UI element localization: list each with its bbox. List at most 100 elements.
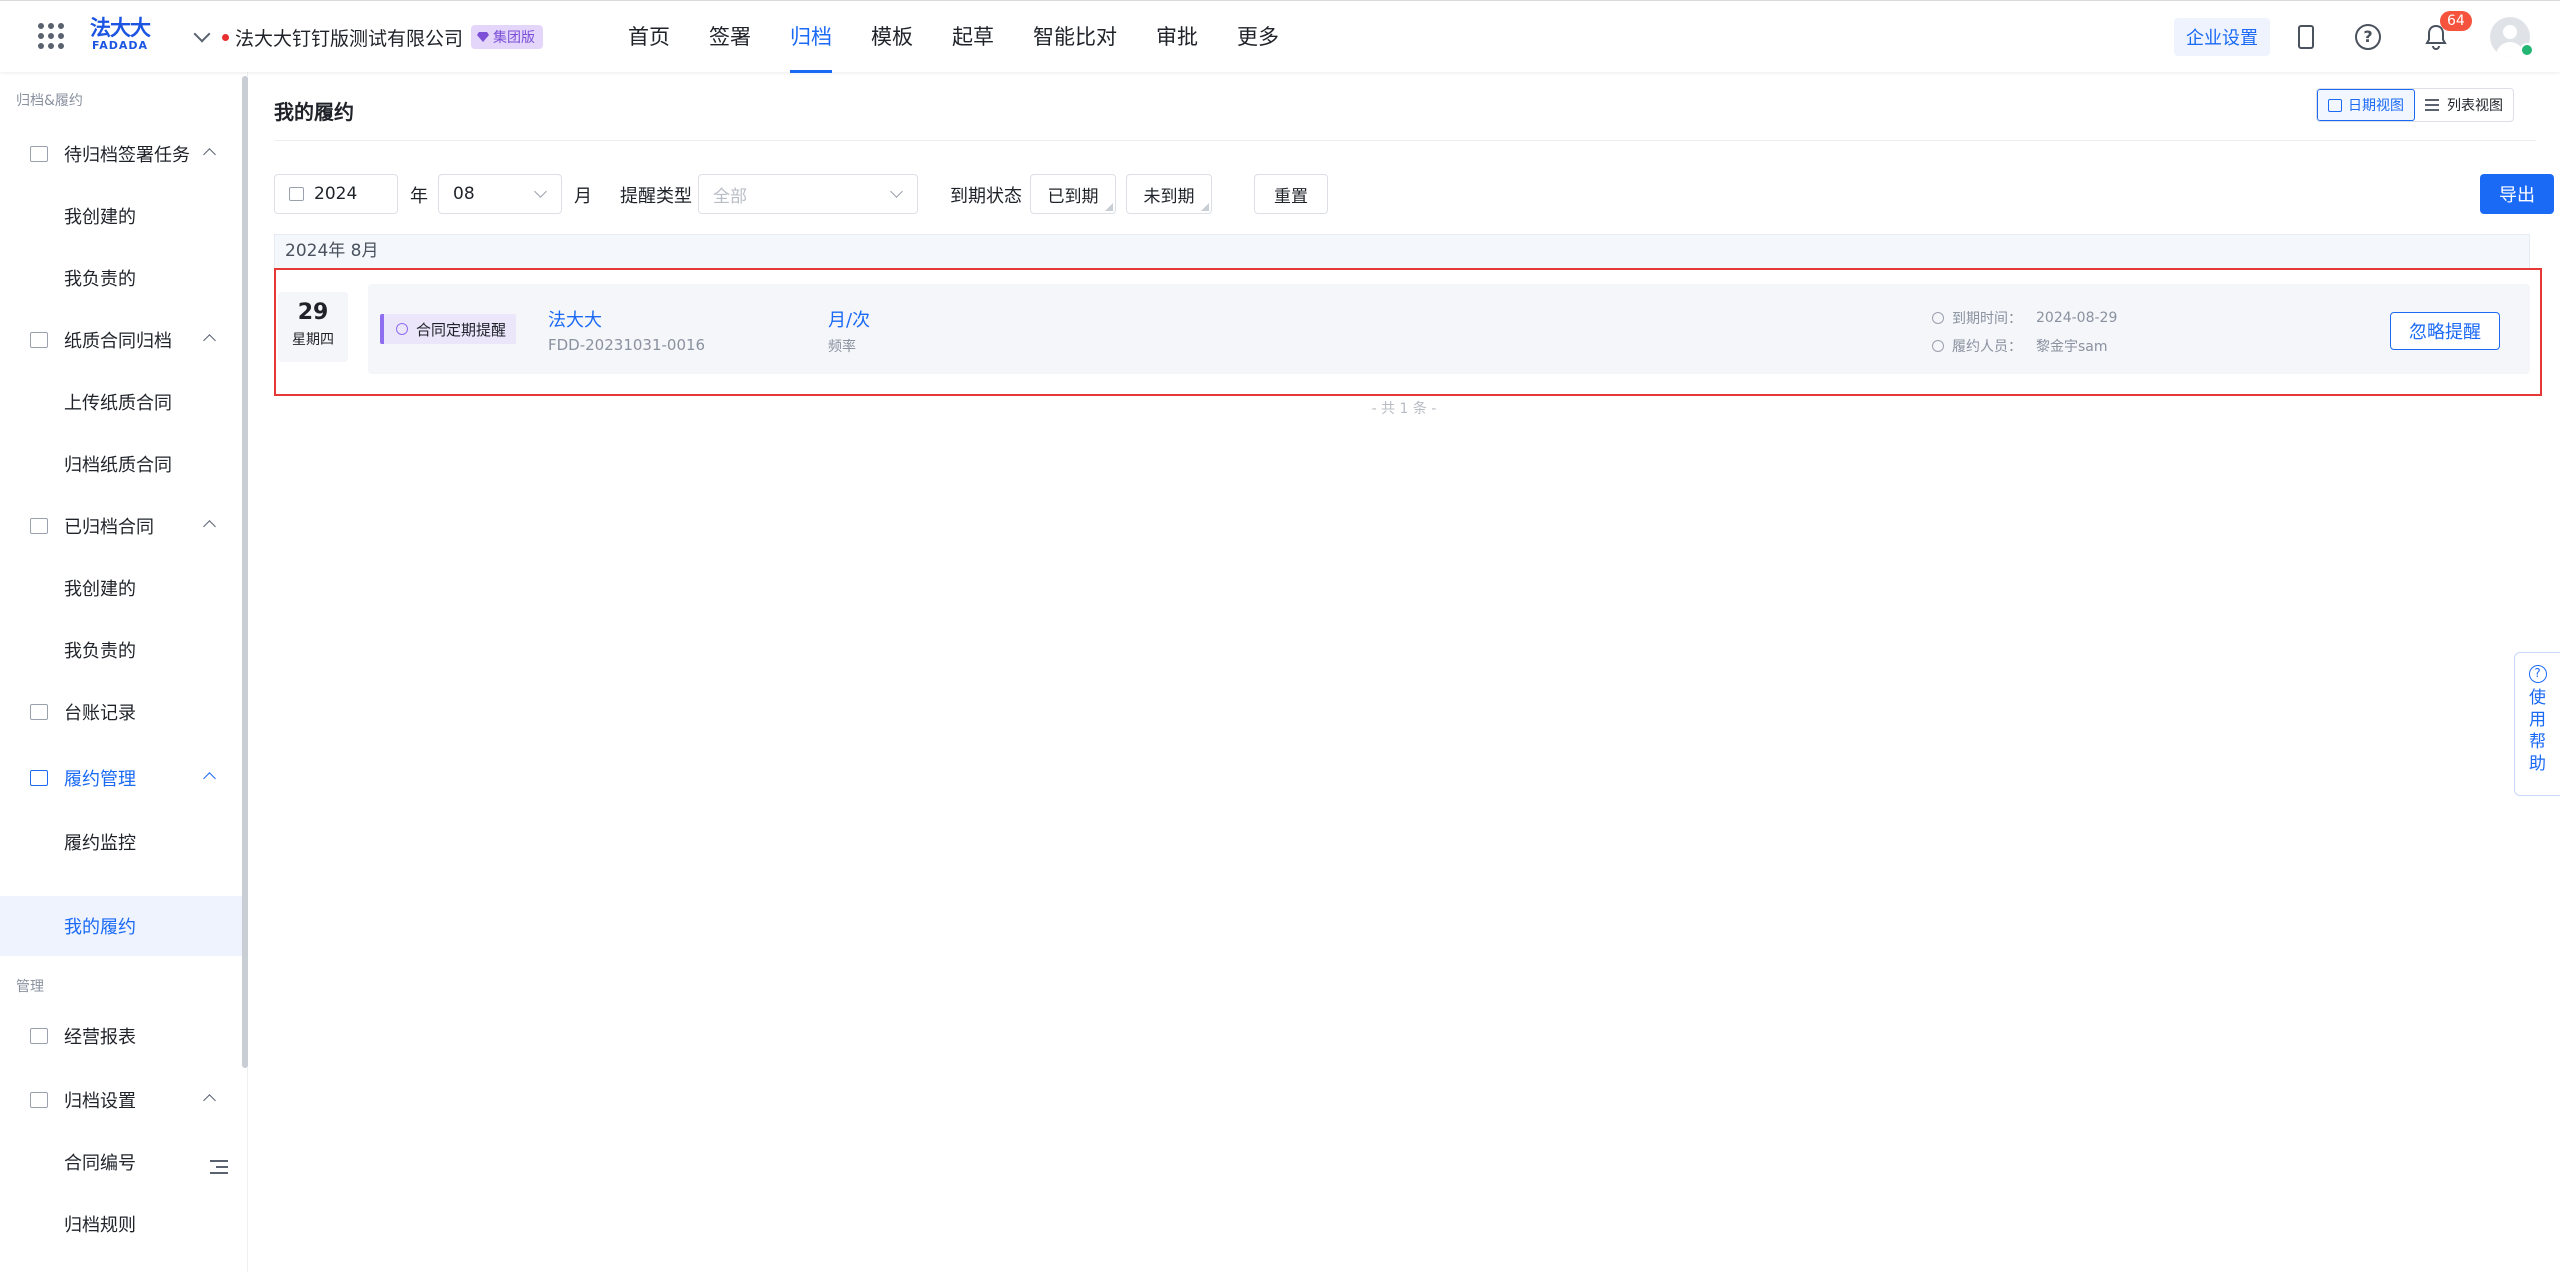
frequency-label: 频率 [828,339,856,355]
sidebar-item-label: 经营报表 [64,1027,136,1048]
sidebar-item-upload-paper[interactable]: 上传纸质合同 [0,372,242,432]
mobile-phone-icon[interactable] [2292,23,2320,51]
sidebar-item-label: 履约管理 [64,769,136,790]
year-suffix: 年 [410,186,428,207]
reminder-type-select[interactable]: 全部 [698,174,918,214]
page-title: 我的履约 [274,100,354,124]
chevron-up-icon [203,148,216,161]
sidebar-item-label: 已归档合同 [64,517,154,538]
due-not-reached-button[interactable]: 未到期 [1126,174,1212,214]
enterprise-settings-button[interactable]: 企业设置 [2174,18,2270,56]
reset-label: 重置 [1274,186,1308,207]
year-value: 2024 [314,184,358,204]
calendar-icon [2328,98,2342,112]
sidebar-item-archived-created[interactable]: 我创建的 [0,558,242,618]
logo-text-en: FADADA [91,39,149,52]
clock-icon [396,323,408,335]
nav-sign[interactable]: 签署 [709,1,751,73]
ignore-reminder-button[interactable]: 忽略提醒 [2390,312,2500,350]
apps-grid-icon[interactable] [38,23,64,49]
help-icon: ? [2528,665,2547,683]
sidebar-item-archived-responsible[interactable]: 我负责的 [0,620,242,680]
sidebar-item-archive-rules[interactable]: 归档规则 [0,1194,242,1254]
help-circle-icon[interactable]: ? [2354,23,2382,51]
chevron-up-icon [203,1094,216,1107]
folder-settings-icon [30,1092,48,1108]
sidebar-item-label: 我创建的 [64,579,136,600]
sidebar-item-pending-archive[interactable]: 待归档签署任务 [0,124,242,184]
chevron-up-icon [203,772,216,785]
sidebar-section-manage: 管理 [16,979,44,995]
frequency-value: 月/次 [828,310,871,331]
month-suffix: 月 [574,186,592,207]
sidebar-item-archive-settings[interactable]: 归档设置 [0,1070,242,1130]
list-view-label: 列表视图 [2447,98,2503,114]
nav-draft[interactable]: 起草 [952,1,994,73]
company-name: 法大大钉钉版测试有限公司 [235,27,464,50]
user-icon [1932,340,1944,352]
year-picker[interactable]: 2024 [274,174,398,214]
divider [274,140,2536,141]
sidebar-item-performance-monitor[interactable]: 履约监控 [0,812,242,872]
diamond-icon [477,32,490,42]
sidebar-item-label: 我负责的 [64,269,136,290]
sidebar-item-label: 我负责的 [64,641,136,662]
performer-line: 履约人员： 黎金宇sam [1932,336,2108,356]
reminder-type-tag: 合同定期提醒 [380,314,517,344]
nav-more[interactable]: 更多 [1237,1,1279,73]
calendar-icon [289,187,304,201]
list-item[interactable] [368,284,2530,374]
due-reached-label: 已到期 [1047,186,1099,207]
sidebar-item-archive-paper[interactable]: 归档纸质合同 [0,434,242,494]
nav-smart-compare[interactable]: 智能比对 [1033,1,1117,73]
performer-value: 黎金宇sam [2036,339,2108,355]
sidebar-item-label: 合同编号 [64,1153,136,1174]
nav-archive[interactable]: 归档 [790,1,832,73]
help-label: 使用帮助 [2529,688,2546,774]
sidebar-item-paper-archive[interactable]: 纸质合同归档 [0,310,242,370]
total-count: - 共 1 条 - [1371,401,1437,417]
sidebar: 归档&履约 待归档签署任务 我创建的 我负责的 纸质合同归档 上传纸质合同 归档… [0,72,248,1272]
sidebar-item-label: 履约监控 [64,833,136,854]
reminder-type-placeholder: 全部 [713,186,747,207]
sidebar-item-business-report[interactable]: 经营报表 [0,1006,242,1066]
due-not-reached-label: 未到期 [1143,186,1195,207]
sidebar-item-label: 我创建的 [64,207,136,228]
date-weekday: 星期四 [292,332,334,348]
list-view-button[interactable]: 列表视图 [2415,89,2513,121]
company-switcher[interactable]: 法大大钉钉版测试有限公司 集团版 [193,23,544,51]
nav-approval[interactable]: 审批 [1156,1,1198,73]
date-view-label: 日期视图 [2348,98,2404,114]
sidebar-item-pending-responsible[interactable]: 我负责的 [0,248,242,308]
due-reached-button[interactable]: 已到期 [1030,174,1116,214]
month-select[interactable]: 08 [438,174,562,214]
help-float-button[interactable]: ? 使用帮助 [2514,652,2560,796]
sidebar-item-contract-number[interactable]: 合同编号 [0,1132,242,1192]
group-edition-badge: 集团版 [471,25,544,49]
due-time-value: 2024-08-29 [2036,310,2118,326]
party-name-link[interactable]: 法大大 [548,306,602,332]
date-day: 29 [297,300,329,325]
clock-icon [1932,312,1944,324]
nav-home[interactable]: 首页 [628,1,670,73]
sidebar-item-archived[interactable]: 已归档合同 [0,496,242,556]
date-badge: 29 星期四 [278,292,348,362]
sidebar-item-performance[interactable]: 履约管理 [0,748,242,808]
fadada-logo[interactable]: 法大大 FADADA [88,17,152,57]
reminder-type-text: 合同定期提醒 [416,320,507,339]
chevron-up-icon [203,520,216,533]
verified-check-icon [2520,43,2534,57]
date-view-button[interactable]: 日期视图 [2317,89,2415,121]
sidebar-item-label: 我的履约 [64,917,136,938]
archive-box-icon [30,518,48,534]
sidebar-item-my-performance[interactable]: 我的履约 [0,896,242,956]
sidebar-item-pending-created[interactable]: 我创建的 [0,186,242,246]
edit-icon [30,770,48,786]
export-button[interactable]: 导出 [2480,174,2554,214]
logo-text-cn: 法大大 [90,16,151,40]
nav-template[interactable]: 模板 [871,1,913,73]
folder-icon [30,146,48,162]
collapse-sidebar-icon[interactable] [210,1160,228,1174]
reset-button[interactable]: 重置 [1254,174,1328,214]
sidebar-item-ledger[interactable]: 台账记录 [0,682,242,742]
